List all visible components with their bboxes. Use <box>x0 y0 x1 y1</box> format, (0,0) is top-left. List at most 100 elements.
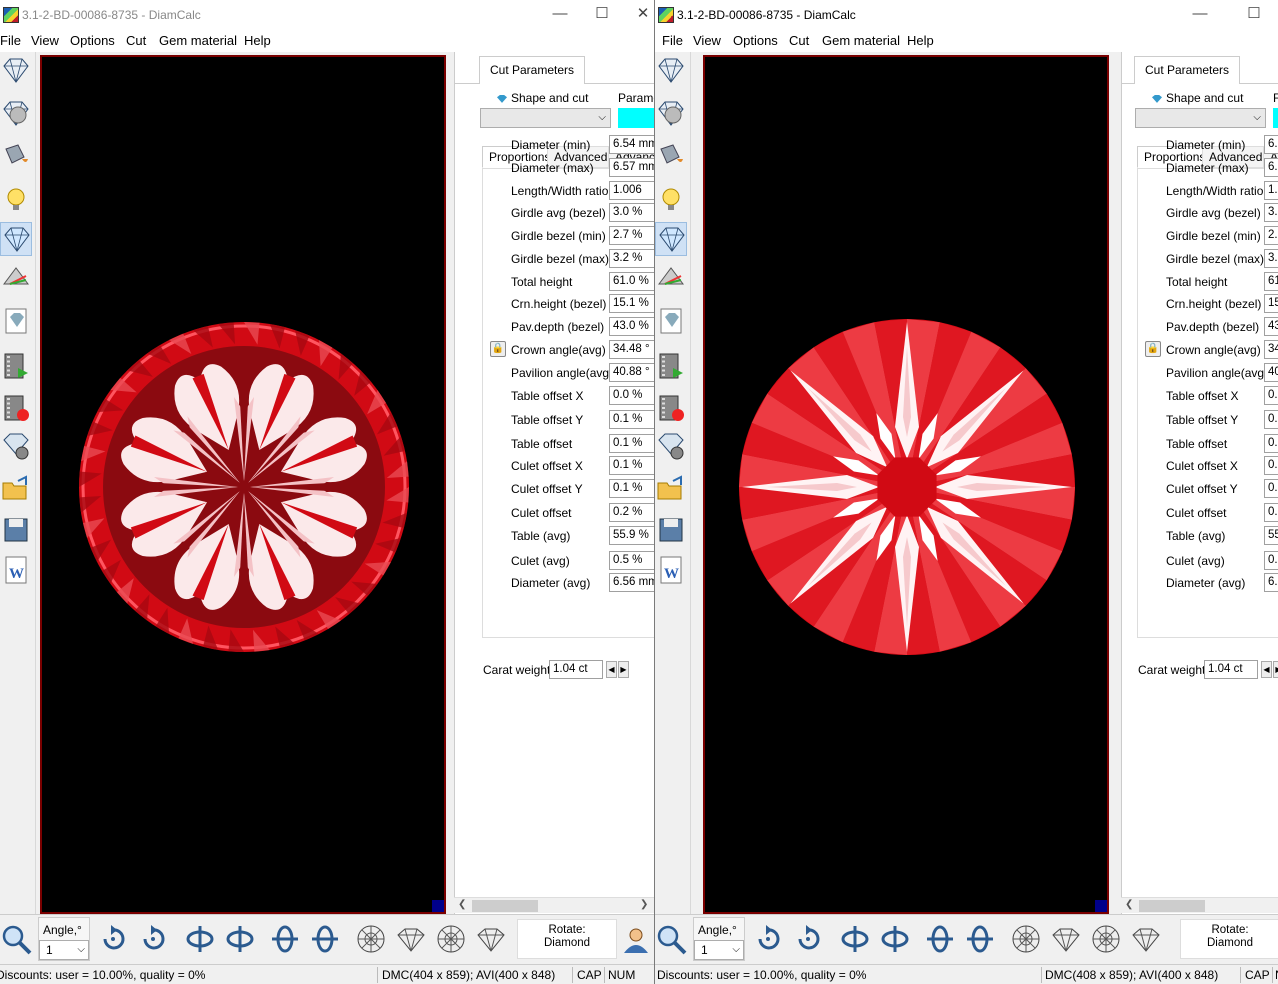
lock-icon[interactable]: 🔒 <box>490 341 506 357</box>
open-folder-icon[interactable] <box>0 473 32 507</box>
rotate-right-icon[interactable] <box>792 923 824 955</box>
param-value-field[interactable]: 0.5 % <box>609 551 654 570</box>
scroll-thumb[interactable] <box>1139 900 1205 912</box>
param-value-field[interactable]: 0.1 <box>1264 456 1278 475</box>
param-value-field[interactable]: 0.1 <box>1264 479 1278 498</box>
menu-file[interactable]: File <box>662 33 683 48</box>
param-value-field[interactable]: 34 <box>1264 340 1278 359</box>
param-value-field[interactable]: 34.48 ° <box>609 340 654 359</box>
menu-file[interactable]: File <box>0 33 21 48</box>
menu-help[interactable]: Help <box>907 33 934 48</box>
diamond-viewport[interactable] <box>703 55 1109 914</box>
tab-cut-parameters[interactable]: Cut Parameters <box>479 56 586 84</box>
menu-help[interactable]: Help <box>244 33 271 48</box>
parameters-color-field[interactable] <box>1273 108 1278 128</box>
param-value-field[interactable]: 0.2 <box>1264 503 1278 522</box>
side-view-icon[interactable] <box>1050 923 1082 955</box>
menu-options[interactable]: Options <box>70 33 115 48</box>
rotate-left-icon[interactable] <box>752 923 784 955</box>
param-value-field[interactable]: 55.9 % <box>609 526 654 545</box>
flip-horizontal-back-icon[interactable] <box>879 923 911 955</box>
title-bar[interactable]: 3.1-2-BD-00086-8735 - DiamCalc — ☐ ✕ <box>0 0 654 30</box>
param-value-field[interactable]: 0.1 % <box>609 410 654 429</box>
scroll-left-icon[interactable]: ❮ <box>458 899 466 910</box>
diamond-viewport[interactable] <box>40 55 446 914</box>
resize-handle[interactable] <box>432 900 444 912</box>
carat-weight-field[interactable]: 1.04 ct <box>1204 660 1258 679</box>
pavilion-view-icon[interactable] <box>475 923 507 955</box>
param-value-field[interactable]: 3.0 % <box>609 203 654 222</box>
video-record-icon[interactable] <box>655 392 687 426</box>
spectrum-icon[interactable] <box>0 262 32 296</box>
param-value-field[interactable]: 0.2 % <box>609 503 654 522</box>
parameters-color-field[interactable]: 0 <box>618 108 654 128</box>
flip-vertical-back-icon[interactable] <box>309 923 341 955</box>
carat-decrease-button[interactable]: ◀ <box>606 661 617 678</box>
param-value-field[interactable]: 3.2 % <box>609 249 654 268</box>
gem-report-icon[interactable] <box>0 305 32 339</box>
param-value-field[interactable]: 6.5 <box>1264 135 1278 154</box>
carat-increase-button[interactable]: ▶ <box>618 661 629 678</box>
lock-icon[interactable]: 🔒 <box>1145 341 1161 357</box>
close-icon[interactable]: ✕ <box>632 4 654 26</box>
param-value-field[interactable]: 6.5 <box>1264 573 1278 592</box>
flip-horizontal-icon[interactable] <box>839 923 871 955</box>
flip-vertical-icon[interactable] <box>269 923 301 955</box>
param-value-field[interactable]: 15 <box>1264 294 1278 313</box>
rotate-mode-box[interactable]: Rotate: Diamond <box>517 919 617 959</box>
param-value-field[interactable]: 0.1 <box>1264 410 1278 429</box>
video-record-icon[interactable] <box>0 392 32 426</box>
menu-view[interactable]: View <box>31 33 59 48</box>
maximize-icon[interactable]: ☐ <box>587 4 617 26</box>
light-bulb-icon[interactable] <box>0 183 32 217</box>
shape-select[interactable]: ⌵ <box>1135 108 1266 128</box>
diamond-view-icon[interactable] <box>655 54 687 88</box>
angle-select[interactable]: 1 ⌵ <box>694 940 744 960</box>
rotate-right-icon[interactable] <box>137 923 169 955</box>
carat-decrease-button[interactable]: ◀ <box>1261 661 1272 678</box>
save-disk-icon[interactable] <box>0 514 32 548</box>
gem-settings-icon[interactable] <box>0 430 32 464</box>
param-value-field[interactable]: 43.0 % <box>609 317 654 336</box>
param-value-field[interactable]: 2.7 % <box>609 226 654 245</box>
light-bulb-icon[interactable] <box>655 183 687 217</box>
param-value-field[interactable]: 6.56 mm <box>609 573 654 592</box>
param-value-field[interactable]: 0.0 <box>1264 386 1278 405</box>
side-view-icon[interactable] <box>395 923 427 955</box>
spectrum-icon[interactable] <box>655 262 687 296</box>
param-value-field[interactable]: 0.1 % <box>609 479 654 498</box>
scroll-left-icon[interactable]: ❮ <box>1125 899 1133 910</box>
param-value-field[interactable]: 6.5 <box>1264 158 1278 177</box>
scroll-right-icon[interactable]: ❯ <box>640 899 648 910</box>
param-value-field[interactable]: 61.0 % <box>609 272 654 291</box>
rotate-left-icon[interactable] <box>97 923 129 955</box>
menu-options[interactable]: Options <box>733 33 778 48</box>
save-disk-icon[interactable] <box>655 514 687 548</box>
diamond-rotate-icon[interactable] <box>0 97 32 131</box>
flip-vertical-back-icon[interactable] <box>964 923 996 955</box>
menu-cut[interactable]: Cut <box>789 33 809 48</box>
title-bar[interactable]: 3.1-2-BD-00086-8735 - DiamCalc — ☐ <box>655 0 1278 30</box>
carat-weight-field[interactable]: 1.04 ct <box>549 660 603 679</box>
param-value-field[interactable]: 1.0 <box>1264 181 1278 200</box>
flip-horizontal-back-icon[interactable] <box>224 923 256 955</box>
bottom-view-icon[interactable] <box>1090 923 1122 955</box>
param-value-field[interactable]: 0.1 % <box>609 456 654 475</box>
param-value-field[interactable]: 0.0 % <box>609 386 654 405</box>
video-play-icon[interactable] <box>0 350 32 384</box>
param-value-field[interactable]: 43 <box>1264 317 1278 336</box>
param-value-field[interactable]: 3.2 <box>1264 249 1278 268</box>
rotate-mode-box[interactable]: Rotate: Diamond <box>1180 919 1278 959</box>
param-value-field[interactable]: 55 <box>1264 526 1278 545</box>
zoom-icon[interactable] <box>0 923 32 955</box>
gem-report-icon[interactable] <box>655 305 687 339</box>
flip-vertical-icon[interactable] <box>924 923 956 955</box>
shape-select[interactable]: ⌵ <box>480 108 611 128</box>
menu-gem-material[interactable]: Gem material <box>822 33 900 48</box>
word-export-icon[interactable]: W <box>655 554 687 588</box>
top-view-icon[interactable] <box>1010 923 1042 955</box>
user-icon[interactable] <box>622 923 654 955</box>
param-value-field[interactable]: 40.88 ° <box>609 363 654 382</box>
param-value-field[interactable]: 2.7 <box>1264 226 1278 245</box>
flip-horizontal-icon[interactable] <box>184 923 216 955</box>
